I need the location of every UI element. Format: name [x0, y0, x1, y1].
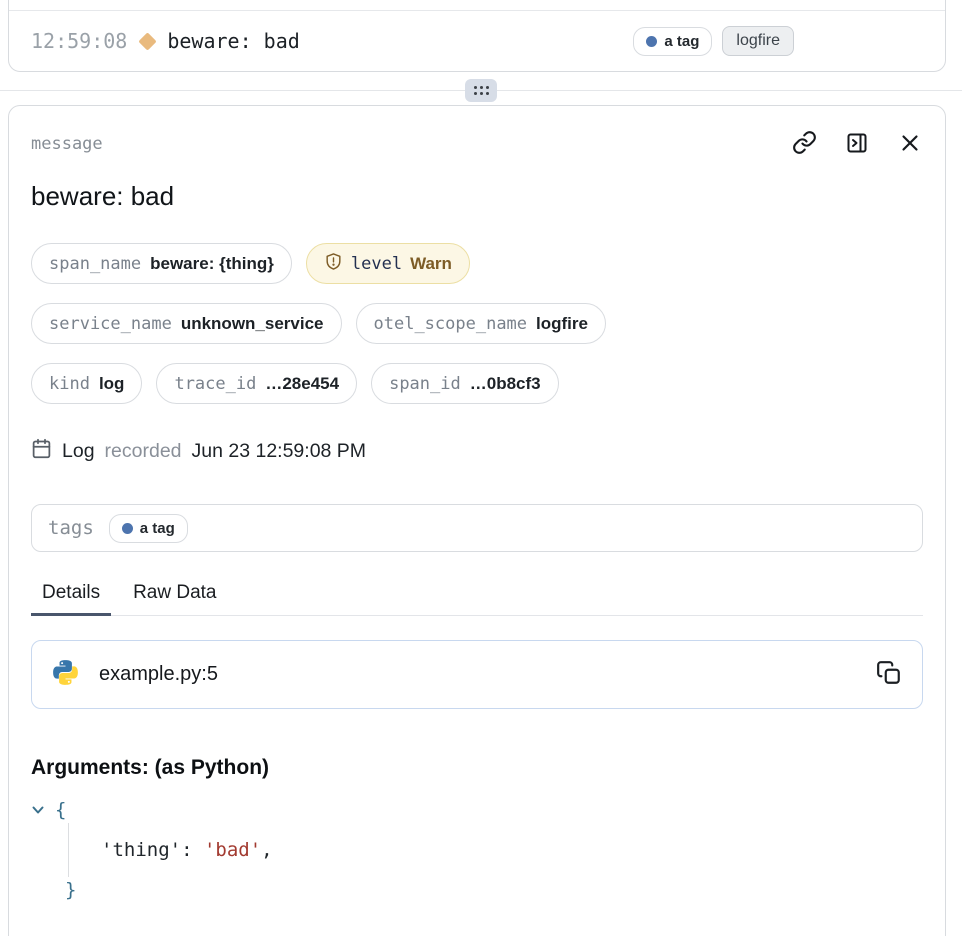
recorded-line: Log recorded Jun 23 12:59:08 PM	[31, 438, 923, 465]
tab-raw-data[interactable]: Raw Data	[122, 578, 227, 616]
kind-value: log	[99, 374, 125, 394]
tag-badge[interactable]: a tag	[633, 27, 712, 56]
close-icon	[897, 130, 923, 159]
level-value: Warn	[410, 254, 452, 274]
code-line-key-value: 'thing': 'bad',	[31, 830, 923, 870]
attribute-row-1: span_name beware: {thing} level Warn	[31, 243, 923, 284]
log-list-card: 12:59:08 beware: bad a tag logfire	[8, 0, 946, 72]
tab-details[interactable]: Details	[31, 578, 111, 616]
span-id-pill[interactable]: span_id …0b8cf3	[371, 363, 559, 404]
trace-id-value: …28e454	[265, 374, 339, 394]
recorded-verb: recorded	[105, 440, 182, 463]
log-message: beware: bad	[167, 29, 299, 53]
arguments-heading: Arguments: (as Python)	[31, 756, 923, 780]
span-name-value: beware: {thing}	[150, 254, 274, 274]
recorded-type: Log	[62, 440, 95, 463]
source-file-path: example.py:5	[99, 663, 218, 686]
close-panel-button[interactable]	[897, 131, 923, 157]
tag-badge-label: a tag	[664, 33, 699, 50]
chevron-down-icon[interactable]	[31, 803, 45, 817]
log-detail-panel: message beware: bad span_name bewa	[8, 105, 946, 936]
panel-header: message	[31, 131, 923, 157]
level-pill[interactable]: level Warn	[306, 243, 470, 284]
panel-header-actions	[791, 131, 923, 157]
tags-box: tags a tag	[31, 504, 923, 552]
span-id-value: …0b8cf3	[470, 374, 541, 394]
attribute-row-3: kind log trace_id …28e454 span_id …0b8cf…	[31, 363, 923, 404]
panel-right-icon	[845, 131, 869, 158]
splitter-drag-handle[interactable]	[465, 79, 497, 102]
source-location-box[interactable]: example.py:5	[31, 640, 923, 709]
log-row-badges: a tag logfire	[633, 26, 794, 56]
python-icon	[52, 659, 79, 691]
indent-guide	[68, 823, 69, 877]
open-side-panel-button[interactable]	[844, 131, 870, 157]
otel-scope-label: otel_scope_name	[374, 314, 528, 334]
code-line-close: }	[31, 870, 923, 910]
kind-label: kind	[49, 374, 90, 394]
arguments-code-block: { 'thing': 'bad', }	[31, 790, 923, 910]
code-key: 'thing':	[101, 839, 193, 861]
tag-badge-detail-label: a tag	[140, 520, 175, 537]
service-name-label: service_name	[49, 314, 172, 334]
scope-badge[interactable]: logfire	[722, 26, 794, 56]
close-brace: }	[65, 879, 76, 901]
service-name-value: unknown_service	[181, 314, 324, 334]
previous-log-row	[9, 0, 945, 11]
otel-scope-value: logfire	[536, 314, 588, 334]
code-string-value: 'bad'	[204, 839, 261, 861]
service-name-pill[interactable]: service_name unknown_service	[31, 303, 342, 344]
span-id-label: span_id	[389, 374, 461, 394]
tags-label: tags	[48, 517, 94, 539]
panel-header-label: message	[31, 134, 103, 154]
detail-tabbar: Details Raw Data	[31, 578, 923, 616]
log-row[interactable]: 12:59:08 beware: bad a tag logfire	[9, 11, 945, 71]
tag-dot-icon	[646, 36, 657, 47]
detail-title: beware: bad	[31, 181, 923, 212]
log-timestamp: 12:59:08	[31, 29, 127, 53]
tag-badge-detail[interactable]: a tag	[109, 514, 188, 543]
drag-dots-icon	[474, 86, 489, 95]
open-brace: {	[55, 790, 66, 830]
recorded-datetime: Jun 23 12:59:08 PM	[192, 440, 367, 463]
attribute-row-2: service_name unknown_service otel_scope_…	[31, 303, 923, 344]
warn-diamond-icon	[139, 32, 157, 50]
level-label: level	[351, 254, 402, 274]
span-name-pill[interactable]: span_name beware: {thing}	[31, 243, 292, 284]
trace-id-label: trace_id	[174, 374, 256, 394]
copy-link-button[interactable]	[791, 131, 817, 157]
copy-icon	[876, 660, 902, 689]
tag-dot-icon	[122, 523, 133, 534]
kind-pill[interactable]: kind log	[31, 363, 142, 404]
code-line-open: {	[31, 790, 923, 830]
link-icon	[792, 130, 817, 158]
trace-id-pill[interactable]: trace_id …28e454	[156, 363, 357, 404]
shield-alert-icon	[324, 252, 343, 276]
code-comma: ,	[261, 839, 272, 861]
calendar-icon	[31, 438, 52, 465]
span-name-label: span_name	[49, 254, 141, 274]
otel-scope-pill[interactable]: otel_scope_name logfire	[356, 303, 606, 344]
copy-source-button[interactable]	[876, 662, 902, 688]
